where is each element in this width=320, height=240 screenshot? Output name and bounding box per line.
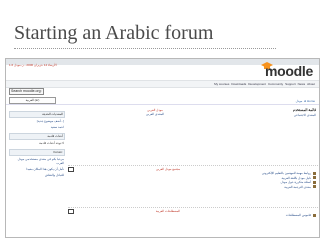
title-divider [14,48,276,49]
block-title: Forum: [9,149,65,156]
block-title: أحداث قادمة [9,133,65,140]
search-label[interactable]: Search moodle.org: [9,88,44,95]
date-text: الأربعاء 14 حزيران 2006 - ن مودل 1.6 [9,63,57,67]
browser-screenshot: الأربعاء 14 حزيران 2006 - ن مودل 1.6 moo… [5,58,320,238]
right-column: قائمة المستخدم المنتدى الاجتماعي [236,108,316,118]
section-item-link[interactable]: منتدى الترجمة العربية [166,185,316,190]
language-select[interactable]: العربية (ar) [9,97,56,104]
nav-item[interactable]: Support [285,81,296,87]
block-line[interactable]: احمد سعيد [9,124,65,130]
nav-item[interactable]: News [298,81,306,87]
block-line: لا توجد أحداث قادمة [39,141,64,145]
main-header: مودل العربي المنتدى العربي [70,108,240,116]
course-section: المصطلحات العربية قاموس المصطلحات [68,207,318,226]
main-navigation: My courses Downloads Development Community S… [6,80,319,88]
block-line[interactable]: للتبادل والنقاش [9,172,65,178]
social-forum-link[interactable]: المنتدى الاجتماعي [236,113,316,118]
nav-item[interactable]: About [307,81,315,87]
nav-item[interactable]: My courses [214,81,229,87]
section-item-link[interactable]: قاموس المصطلحات [166,213,316,218]
left-column: المنتديات الحديثة [أضف موضوع جديد...] احمد… [9,108,65,234]
breadcrumb[interactable]: مودل ◄ Home [296,99,315,103]
nav-item[interactable]: Downloads [231,81,246,87]
slide-title: Starting an Arabic forum [14,22,214,44]
course-section: مجتمع مودل العربي روابط مهمة للمهتمين بال… [68,165,318,202]
block-title: المنتديات الحديثة [9,111,65,118]
nav-item[interactable]: Development [248,81,266,87]
nav-item[interactable]: Community [268,81,283,87]
section-toggle-icon[interactable] [68,209,74,214]
block-line[interactable]: مرحبا بكم في منتدى مستخدمي مودل العرب [9,156,65,166]
main-subheading[interactable]: المنتدى العربي [70,112,240,116]
section-toggle-icon[interactable] [68,167,74,172]
logo-text: moodle [265,63,313,79]
